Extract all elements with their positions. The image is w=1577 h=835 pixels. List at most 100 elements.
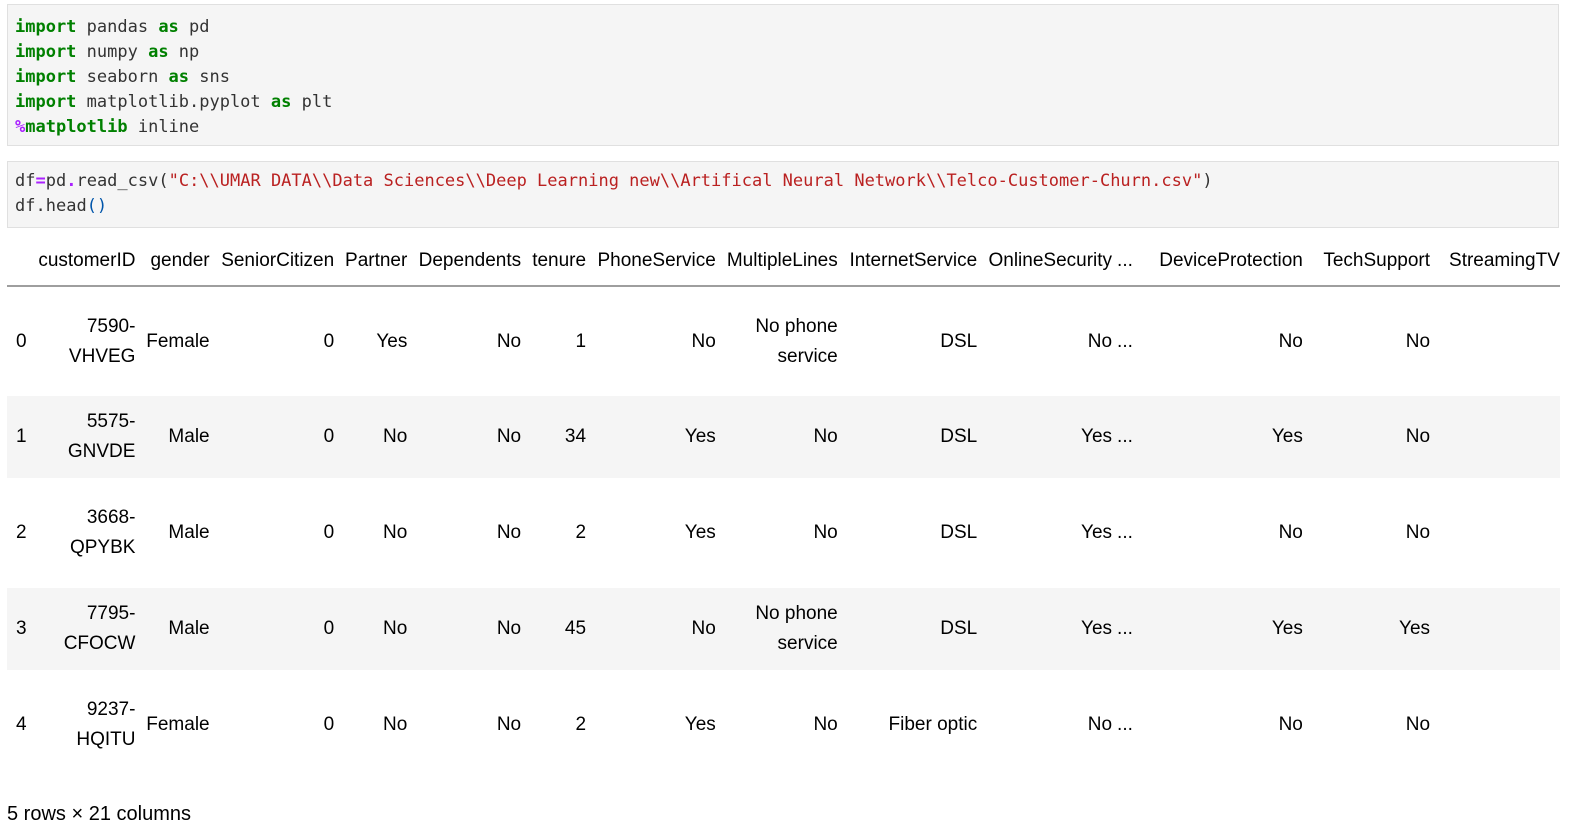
magic-percent: % bbox=[15, 117, 26, 137]
table-cell: Yes bbox=[1081, 618, 1113, 639]
cell-text: No phone service bbox=[755, 603, 838, 654]
dataframe-shape-info: 5 rows × 21 columns bbox=[7, 803, 191, 825]
table-cell bbox=[1430, 588, 1560, 670]
column-header[interactable]: DeviceProtection bbox=[1145, 236, 1303, 287]
table-row: 4 9237-HQITU Female 0 No No 2 Yes No Fib… bbox=[7, 670, 1560, 776]
table-cell: 5575-GNVDE bbox=[34, 396, 136, 478]
table-cell: No bbox=[813, 426, 838, 447]
table-cell bbox=[1430, 286, 1560, 396]
keyword: as bbox=[168, 67, 190, 87]
table-cell: 7590-VHVEG bbox=[34, 286, 136, 396]
table-cell: No bbox=[1405, 330, 1431, 352]
code-line: import numpy as np bbox=[15, 40, 1558, 65]
keyword: import bbox=[15, 42, 77, 62]
column-header[interactable]: Partner bbox=[334, 236, 408, 287]
table-cell: 34 bbox=[564, 426, 587, 447]
dataframe-table: customerID gender SeniorCitizen Partner … bbox=[7, 236, 1560, 776]
alias: sns bbox=[189, 67, 230, 87]
code-cell-read-csv[interactable]: df=pd.read_csv("C:\\UMAR DATA\\Data Scie… bbox=[7, 161, 1559, 228]
cell-text: 7590-VHVEG bbox=[68, 315, 136, 367]
table-cell: No bbox=[383, 426, 408, 447]
table-cell-ellipsis: ... bbox=[1117, 522, 1133, 543]
row-index: 4 bbox=[16, 714, 27, 735]
table-cell: No bbox=[1087, 714, 1113, 735]
table-cell: 3668-QPYBK bbox=[34, 478, 136, 588]
table-cell-ellipsis: ... bbox=[1117, 618, 1133, 639]
paren: ) bbox=[1202, 171, 1213, 191]
module-name: numpy bbox=[76, 42, 149, 62]
table-cell: Yes bbox=[1271, 426, 1303, 447]
code-line: import matplotlib.pyplot as plt bbox=[15, 90, 1558, 115]
column-header[interactable]: OnlineSecurity bbox=[977, 236, 1113, 287]
table-cell: No bbox=[813, 714, 838, 735]
keyword: as bbox=[148, 42, 169, 62]
module-name: seaborn bbox=[76, 67, 169, 87]
row-index: 2 bbox=[16, 522, 27, 543]
table-cell: No bbox=[383, 522, 408, 543]
table-cell: Yes bbox=[684, 714, 716, 735]
table-cell: No bbox=[496, 618, 522, 639]
column-header[interactable]: StreamingTV bbox=[1430, 236, 1560, 287]
table-cell: Yes bbox=[684, 522, 716, 543]
column-header[interactable]: gender bbox=[135, 236, 210, 287]
code-cell-imports[interactable]: import pandas as pd import numpy as np imp… bbox=[7, 4, 1559, 146]
dot-operator: . bbox=[66, 171, 77, 191]
table-cell: 0 bbox=[323, 522, 335, 543]
table-cell: Yes bbox=[1271, 618, 1303, 639]
code-line: df.head() bbox=[15, 194, 1558, 219]
table-cell: Male bbox=[168, 522, 210, 543]
table-cell: No bbox=[496, 426, 522, 447]
column-header[interactable]: PhoneService bbox=[586, 236, 716, 287]
module-name: pandas bbox=[76, 17, 159, 37]
column-header[interactable]: InternetService bbox=[837, 236, 978, 287]
keyword: import bbox=[15, 92, 77, 112]
column-header[interactable]: customerID bbox=[33, 236, 136, 287]
dot-operator: . bbox=[35, 196, 46, 216]
table-cell: No phone service bbox=[716, 286, 837, 396]
row-index: 0 bbox=[16, 330, 27, 352]
row-index: 1 bbox=[16, 426, 27, 447]
table-cell: Yes bbox=[1081, 426, 1113, 447]
code-line: import pandas as pd bbox=[15, 15, 1558, 40]
table-cell: No bbox=[1278, 522, 1303, 543]
table-cell: Yes bbox=[1399, 618, 1431, 639]
table-cell: DSL bbox=[940, 330, 978, 352]
index-header bbox=[7, 236, 34, 287]
function-name: head bbox=[45, 196, 87, 216]
alias: pd bbox=[178, 17, 210, 37]
column-header[interactable]: TechSupport bbox=[1302, 236, 1431, 287]
column-header[interactable]: tenure bbox=[521, 236, 587, 287]
table-cell: 7795-CFOCW bbox=[34, 588, 136, 670]
code-line: df=pd.read_csv("C:\\UMAR DATA\\Data Scie… bbox=[15, 169, 1558, 194]
table-cell: 2 bbox=[575, 522, 587, 543]
table-cell: Male bbox=[168, 618, 210, 639]
operator: = bbox=[35, 171, 46, 191]
column-header[interactable]: MultipleLines bbox=[715, 236, 838, 287]
table-cell: No phone service bbox=[716, 588, 838, 670]
keyword: as bbox=[270, 92, 292, 112]
module-name: matplotlib.pyplot bbox=[76, 92, 271, 112]
column-header[interactable]: SeniorCitizen bbox=[209, 236, 335, 287]
table-cell: 0 bbox=[323, 330, 335, 352]
keyword: import bbox=[15, 17, 77, 37]
table-cell: 2 bbox=[575, 714, 587, 735]
table-cell: 0 bbox=[323, 618, 335, 639]
keyword: import bbox=[15, 67, 77, 87]
alias: plt bbox=[291, 92, 333, 112]
table-cell-ellipsis: ... bbox=[1117, 426, 1133, 447]
cell-text: 3668-QPYBK bbox=[69, 507, 136, 558]
table-cell: Yes bbox=[1081, 522, 1113, 543]
variable: df bbox=[15, 196, 36, 216]
table-cell: No bbox=[1278, 714, 1303, 735]
table-cell-ellipsis: ... bbox=[1117, 714, 1133, 735]
alias: np bbox=[168, 42, 200, 62]
table-row: 2 3668-QPYBK Male 0 No No 2 Yes No DSL Y… bbox=[7, 478, 1560, 588]
column-header-ellipsis: ... bbox=[1112, 236, 1146, 287]
table-row: 0 7590-VHVEG Female 0 Yes No 1 No No pho… bbox=[7, 286, 1560, 396]
table-cell: Fiber optic bbox=[888, 714, 978, 735]
table-cell: No bbox=[1405, 522, 1431, 543]
cell-text: 9237-HQITU bbox=[76, 699, 136, 750]
column-header[interactable]: Dependents bbox=[407, 236, 522, 287]
string-literal: "C:\\UMAR DATA\\Data Sciences\\Deep Lear… bbox=[168, 171, 1203, 191]
code-line-magic: %matplotlib inline bbox=[15, 115, 1558, 140]
